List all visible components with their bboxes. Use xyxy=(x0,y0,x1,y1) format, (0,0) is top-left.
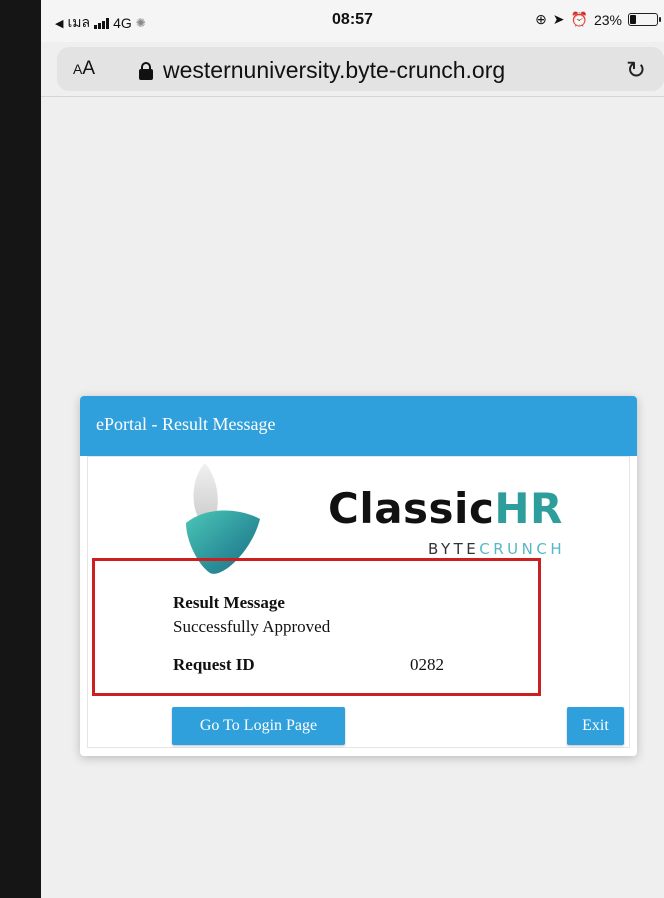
go-to-login-button[interactable]: Go To Login Page xyxy=(172,707,345,745)
phone-screen: ◀ เมล 4G ✺ 08:57 ⊕ ➤ ⏰ 23% AA westernuni… xyxy=(41,0,664,898)
logo-sub-part1: BYTE xyxy=(428,540,480,558)
dialog-header: ePortal - Result Message xyxy=(80,396,637,456)
battery-icon xyxy=(628,13,661,26)
url-display[interactable]: westernuniversity.byte-crunch.org xyxy=(139,57,505,84)
logo-wordmark: ClassicHR xyxy=(328,484,563,533)
text-size-button[interactable]: AA xyxy=(73,58,95,80)
alarm-icon: ⏰ xyxy=(570,11,588,27)
toolbar-divider xyxy=(41,96,664,97)
battery-percent: 23% xyxy=(593,11,622,28)
status-bar: ◀ เมล 4G ✺ 08:57 ⊕ ➤ ⏰ 23% xyxy=(41,0,664,42)
highlight-annotation xyxy=(92,558,541,696)
exit-button[interactable]: Exit xyxy=(567,707,624,745)
location-icon: ➤ xyxy=(552,11,565,27)
url-text: westernuniversity.byte-crunch.org xyxy=(163,57,506,83)
dialog-title: ePortal - Result Message xyxy=(96,414,276,434)
status-right: ⊕ ➤ ⏰ 23% xyxy=(535,11,661,28)
address-bar[interactable]: AA westernuniversity.byte-crunch.org ↻ xyxy=(57,47,664,91)
logo-name-part2: HR xyxy=(494,484,563,533)
phone-bezel xyxy=(0,0,41,898)
reload-icon[interactable]: ↻ xyxy=(626,56,646,85)
logo-sub-part2: CRUNCH xyxy=(479,540,566,558)
logo-subtitle: BYTECRUNCH xyxy=(428,540,565,558)
lock-icon xyxy=(139,61,153,80)
battery-fill xyxy=(630,15,636,24)
rotation-lock-icon: ⊕ xyxy=(535,11,547,27)
logo-name-part1: Classic xyxy=(328,484,495,533)
